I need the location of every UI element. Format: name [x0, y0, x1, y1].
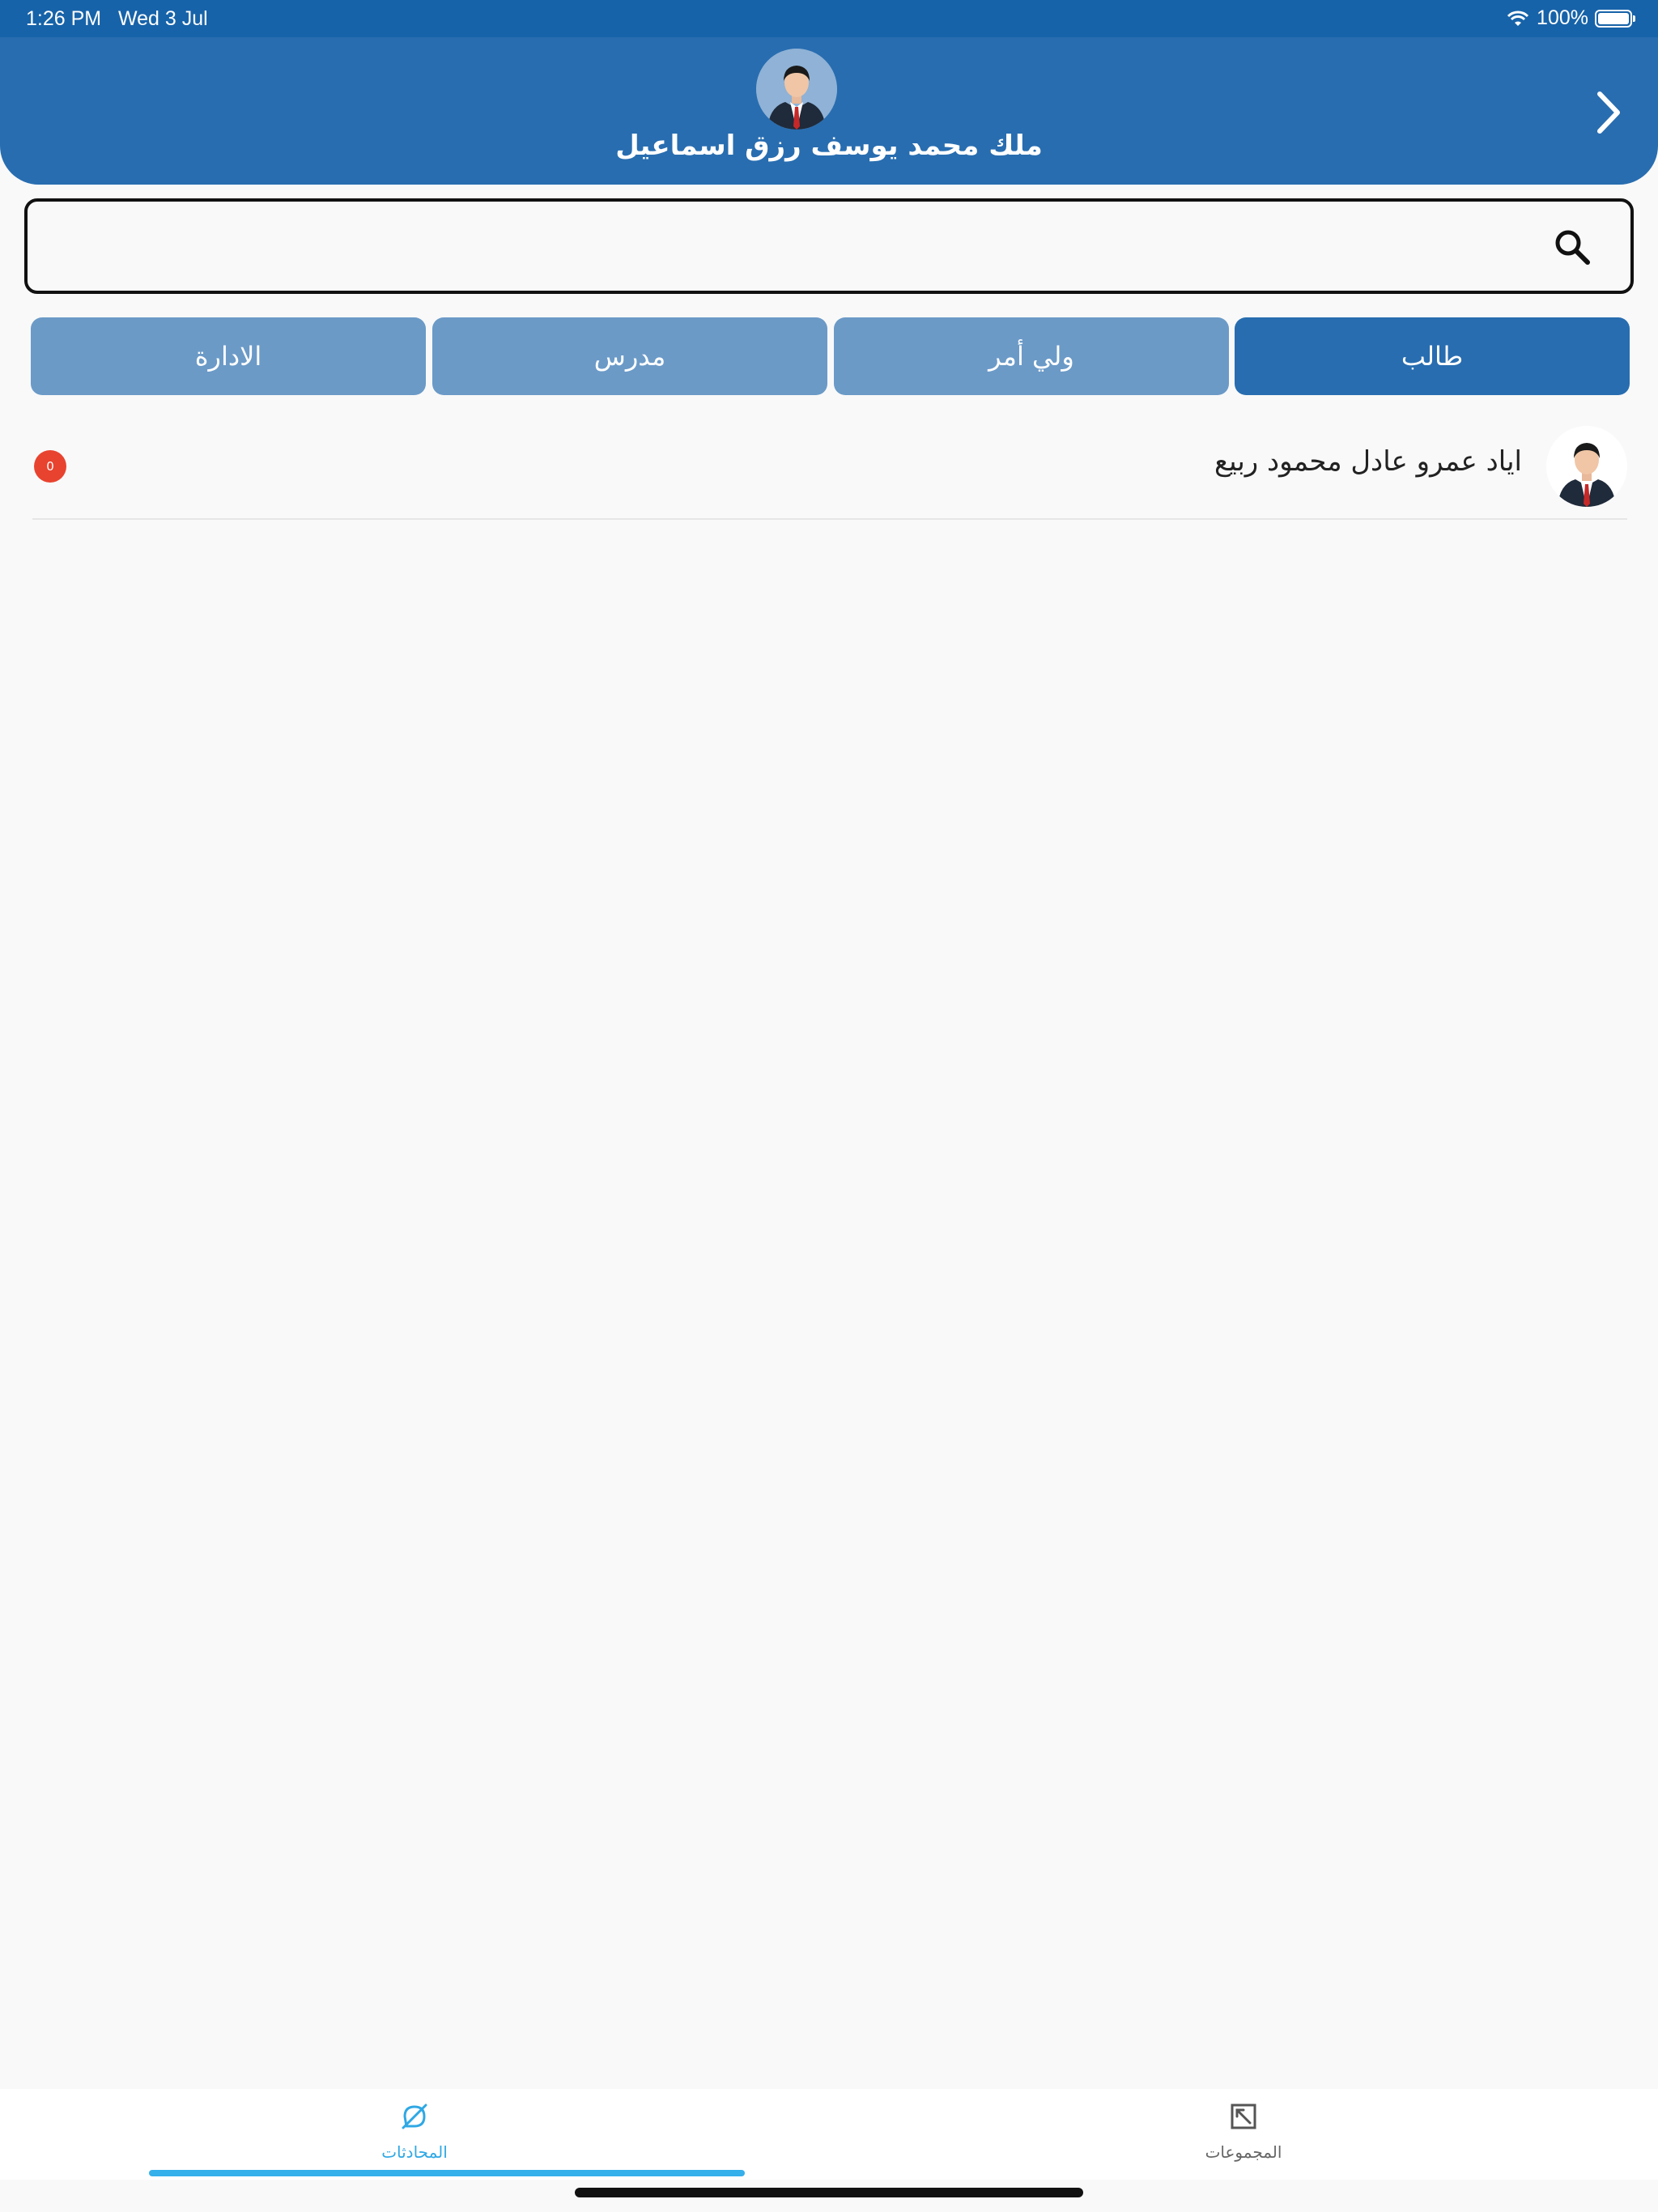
chat-contact-name: اياد عمرو عادل محمود ربيع — [1214, 445, 1522, 478]
status-right-group: 100% — [1506, 6, 1635, 30]
chevron-right-icon[interactable] — [1588, 87, 1627, 138]
unread-count-badge: 0 — [34, 450, 66, 483]
chat-list-item[interactable]: اياد عمرو عادل محمود ربيع 0 — [32, 421, 1627, 520]
battery-icon — [1595, 9, 1635, 28]
groups-icon — [1231, 2104, 1256, 2129]
app-screen: 1:26 PM Wed 3 Jul 100% ملك محمد يوسف رزق… — [0, 0, 1658, 2212]
bottom-navigation: المحادثات المجموعات — [0, 2089, 1658, 2180]
battery-percent: 100% — [1537, 6, 1588, 29]
status-time: 1:26 PM — [26, 7, 102, 30]
tab-administration[interactable]: الادارة — [31, 317, 426, 395]
tab-student[interactable]: طالب — [1235, 317, 1630, 395]
status-date: Wed 3 Jul — [118, 7, 208, 30]
search-bar[interactable] — [24, 198, 1634, 294]
search-input[interactable] — [44, 210, 1553, 284]
chat-off-icon — [402, 2104, 427, 2129]
home-indicator[interactable] — [575, 2188, 1083, 2197]
tab-parent[interactable]: ولي أمر — [834, 317, 1229, 395]
user-avatar-icon — [1546, 426, 1627, 507]
profile-header: ملك محمد يوسف رزق اسماعيل — [0, 37, 1658, 185]
nav-groups[interactable]: المجموعات — [829, 2089, 1658, 2180]
status-bar: 1:26 PM Wed 3 Jul 100% — [0, 0, 1658, 37]
nav-chats[interactable]: المحادثات — [0, 2089, 829, 2180]
tab-teacher[interactable]: مدرس — [432, 317, 827, 395]
active-tab-indicator — [149, 2170, 745, 2176]
nav-chats-label: المحادثات — [381, 2142, 448, 2162]
search-icon[interactable] — [1554, 229, 1590, 265]
wifi-icon — [1507, 11, 1529, 26]
user-avatar-icon[interactable] — [756, 49, 837, 130]
nav-groups-label: المجموعات — [1205, 2142, 1282, 2162]
header-user-name: ملك محمد يوسف رزق اسماعيل — [615, 130, 1043, 162]
